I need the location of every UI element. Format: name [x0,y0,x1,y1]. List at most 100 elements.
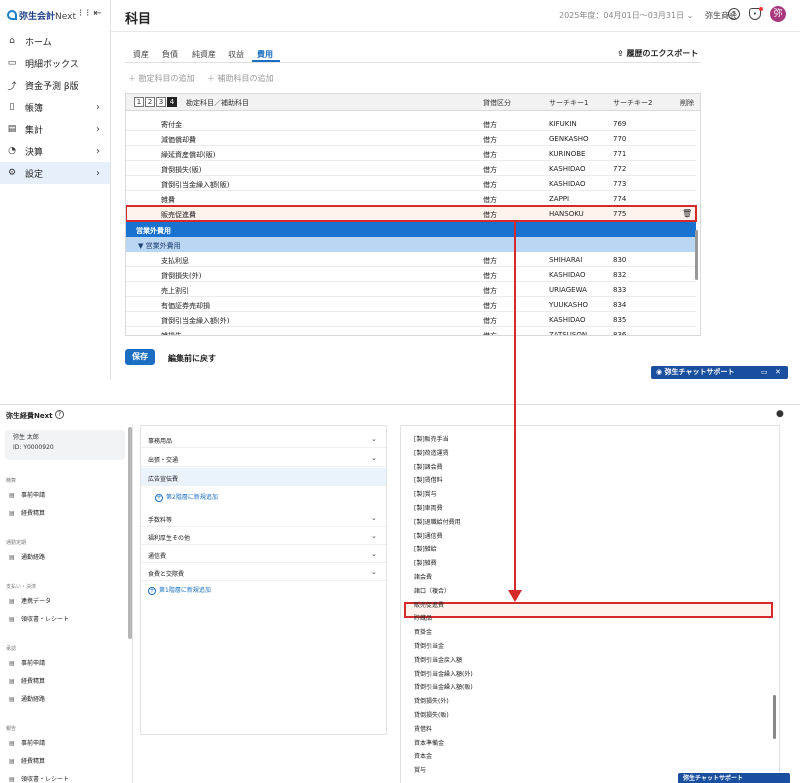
nav-item[interactable]: ▭ 明細ボックス [0,52,110,74]
tab-2[interactable]: 純資産 [192,49,216,60]
table-row[interactable]: 貸倒引当金繰入額(販) 借方 KASHIDAO 773 [126,176,696,191]
account-list-item[interactable]: 資本準備金 [414,738,444,747]
account-list-item[interactable]: 貸倒損失(販) [414,710,449,719]
account-list-item[interactable]: 賞与 [414,765,426,774]
sidebar-scrollbar[interactable] [128,427,132,639]
account-list-item[interactable]: 貸倒引当金 [414,641,444,650]
tab-4[interactable]: 費用 [257,49,273,60]
account-list-item[interactable]: 資本金 [414,751,432,760]
account-list-item[interactable]: [製]賃借料 [414,475,443,484]
nav-item[interactable]: ▯ 帳簿 › [0,96,110,118]
table-row[interactable]: 売上割引 借方 URIAGEWA 833 [126,282,696,297]
sidebar-item[interactable]: ▤ 領収書・レシート [9,774,69,783]
table-row[interactable]: 貸倒損失(外) 借方 KASHIDAO 832 [126,267,696,282]
nav-item[interactable]: ▤ 集計 › [0,118,110,140]
app-logo[interactable]: 弥生会計Next [7,9,76,22]
sidebar-item[interactable]: ▤ 領収書・レシート [9,614,69,623]
level-button[interactable]: 1 [134,97,144,107]
account-list-item[interactable]: 販売促進費 [414,600,444,609]
sidebar-item[interactable]: ▤ 経費精算 [9,756,45,765]
sidebar-item[interactable]: ▤ 経費精算 [9,676,45,685]
table-row[interactable]: 雑費 借方 ZAPPI 774 [126,191,696,206]
category-item[interactable]: 福利厚生その他 ⌄ [141,527,386,545]
nav-item[interactable]: ⌂ ホーム [0,30,110,52]
table-row[interactable]: 減価償却費 借方 GENKASHO 770 [126,131,696,146]
item-icon: ▤ [9,492,15,499]
grid-scrollbar[interactable] [695,230,698,280]
close-icon[interactable]: ✕ [775,366,781,379]
nav-item[interactable]: ◔ 決算 › [0,140,110,162]
sidebar-item[interactable]: ▤ 経費精算 [9,508,45,517]
add-sub-account-button[interactable]: ＋ 補助科目の追加 [207,73,274,84]
account-list-item[interactable]: [製]賞与 [414,489,437,498]
table-row[interactable]: 貸倒引当金繰入額(外) 借方 KASHIDAO 835 [126,312,696,327]
minimize-icon[interactable]: ▭ [761,366,768,379]
table-row[interactable]: 繰延資産償却(販) 借方 KURINOBE 771 [126,146,696,161]
trash-icon[interactable]: 🗑 [682,209,692,218]
subgroup-band-non-operating[interactable]: ▼ 営業外費用 [126,237,696,252]
table-row[interactable]: 有価証券売却損 借方 YUUKASHO 834 [126,297,696,312]
user-icon[interactable]: ● [776,409,784,419]
account-list-item[interactable]: 貸倒引当金戻入額 [414,655,462,664]
account-list-item[interactable]: 賃借料 [414,724,432,733]
tab-0[interactable]: 資産 [133,49,149,60]
table-row[interactable]: 支払利息 借方 SHIHARAI 830 [126,252,696,267]
account-list-item[interactable]: [製]雑費 [414,558,437,567]
account-list-item[interactable]: 諸会費 [414,572,432,581]
table-row[interactable]: 貸倒損失(販) 借方 KASHIDAO 772 [126,161,696,176]
category-item[interactable]: 通信費 ⌄ [141,545,386,563]
help-icon[interactable]: ? [55,410,64,419]
category-item[interactable]: 出張・交通 ⌄ [141,449,386,467]
category-item[interactable]: 広告宣伝費 [141,468,386,486]
add-account-button[interactable]: ＋ 勘定科目の追加 [128,73,195,84]
chat-support-bar[interactable]: 弥生チャットサポート [678,773,790,783]
tab-3[interactable]: 収益 [228,49,244,60]
chevron-down-icon: ⌄ [371,532,377,540]
category-item[interactable]: 事務用品 ⌄ [141,430,386,448]
tab-1[interactable]: 負債 [162,49,178,60]
account-list-item[interactable]: [製]通信費 [414,531,443,540]
table-row[interactable]: 雑損失 借方 ZATSUSON 836 [126,327,696,335]
account-list-item[interactable]: 貯蔵品 [414,613,432,622]
revert-button[interactable]: 編集前に戻す [168,353,216,364]
level-button[interactable]: 4 [167,97,177,107]
gear-icon: ⚙ [7,168,17,178]
category-item[interactable]: 手数料等 ⌄ [141,509,386,527]
account-list-item[interactable]: [製]車両費 [414,503,443,512]
add-level1-button[interactable]: + 第1階層に新規追加 [148,585,211,595]
account-list-item[interactable]: [製]雑給 [414,544,437,553]
nav-item[interactable]: ⤴ 資金予測 β版 [0,74,110,96]
save-button[interactable]: 保存 [125,349,155,365]
nav-item[interactable]: ⚙ 設定 › [0,162,110,184]
account-list-item[interactable]: 諸口（複合） [414,586,450,595]
account-list-item[interactable]: 貸倒引当金繰入額(販) [414,682,473,691]
table-row[interactable]: 寄付金 借方 KIFUKIN 769 [126,116,696,131]
category-item[interactable]: 食費と交際費 ⌄ [141,563,386,581]
grid-menu-icon[interactable]: ⁝⁝ [79,8,93,19]
sidebar-item[interactable]: ▤ 連携データ [9,596,51,605]
account-list-item[interactable]: 貸倒引当金繰入額(外) [414,669,473,678]
sidebar-item[interactable]: ▤ 通勤経路 [9,552,45,561]
sidebar-item[interactable]: ▤ 事前申請 [9,490,45,499]
level-button[interactable]: 3 [156,97,166,107]
account-list-item[interactable]: 買掛金 [414,627,432,636]
account-list-item[interactable]: [製]諸会費 [414,462,443,471]
fiscal-year-selector[interactable]: 2025年度：04月01日〜03月31日 ⌄ [559,10,693,21]
account-list-item[interactable]: [製]販売手当 [414,434,449,443]
add-level2-button[interactable]: + 第2階層に新規追加 [155,492,218,502]
account-list-item[interactable]: [製]荷造運賃 [414,448,449,457]
avatar[interactable]: 弥 [770,6,786,22]
sidebar-item[interactable]: ▤ 事前申請 [9,658,45,667]
account-list-scrollbar[interactable] [773,695,776,739]
table-row[interactable]: 販売促進費 借方 HANSOKU 775 🗑 [126,205,697,222]
level-button[interactable]: 2 [145,97,155,107]
account-list-item[interactable]: [製]退職給付費用 [414,517,461,526]
export-history-button[interactable]: ⇪ 履歴のエクスポート [617,48,698,59]
account-list-item[interactable]: 貸倒損失(外) [414,696,449,705]
sidebar-item[interactable]: ▤ 事前申請 [9,738,45,747]
help-icon[interactable]: ? [728,8,740,20]
sidebar-item[interactable]: ▤ 通勤経路 [9,694,45,703]
collapse-sidebar-icon[interactable]: ⇤ [93,8,105,19]
group-band-non-operating[interactable]: 営業外費用 [126,222,696,237]
chat-support-bar[interactable]: ◉ 弥生チャットサポート ▭ ✕ [651,366,788,379]
